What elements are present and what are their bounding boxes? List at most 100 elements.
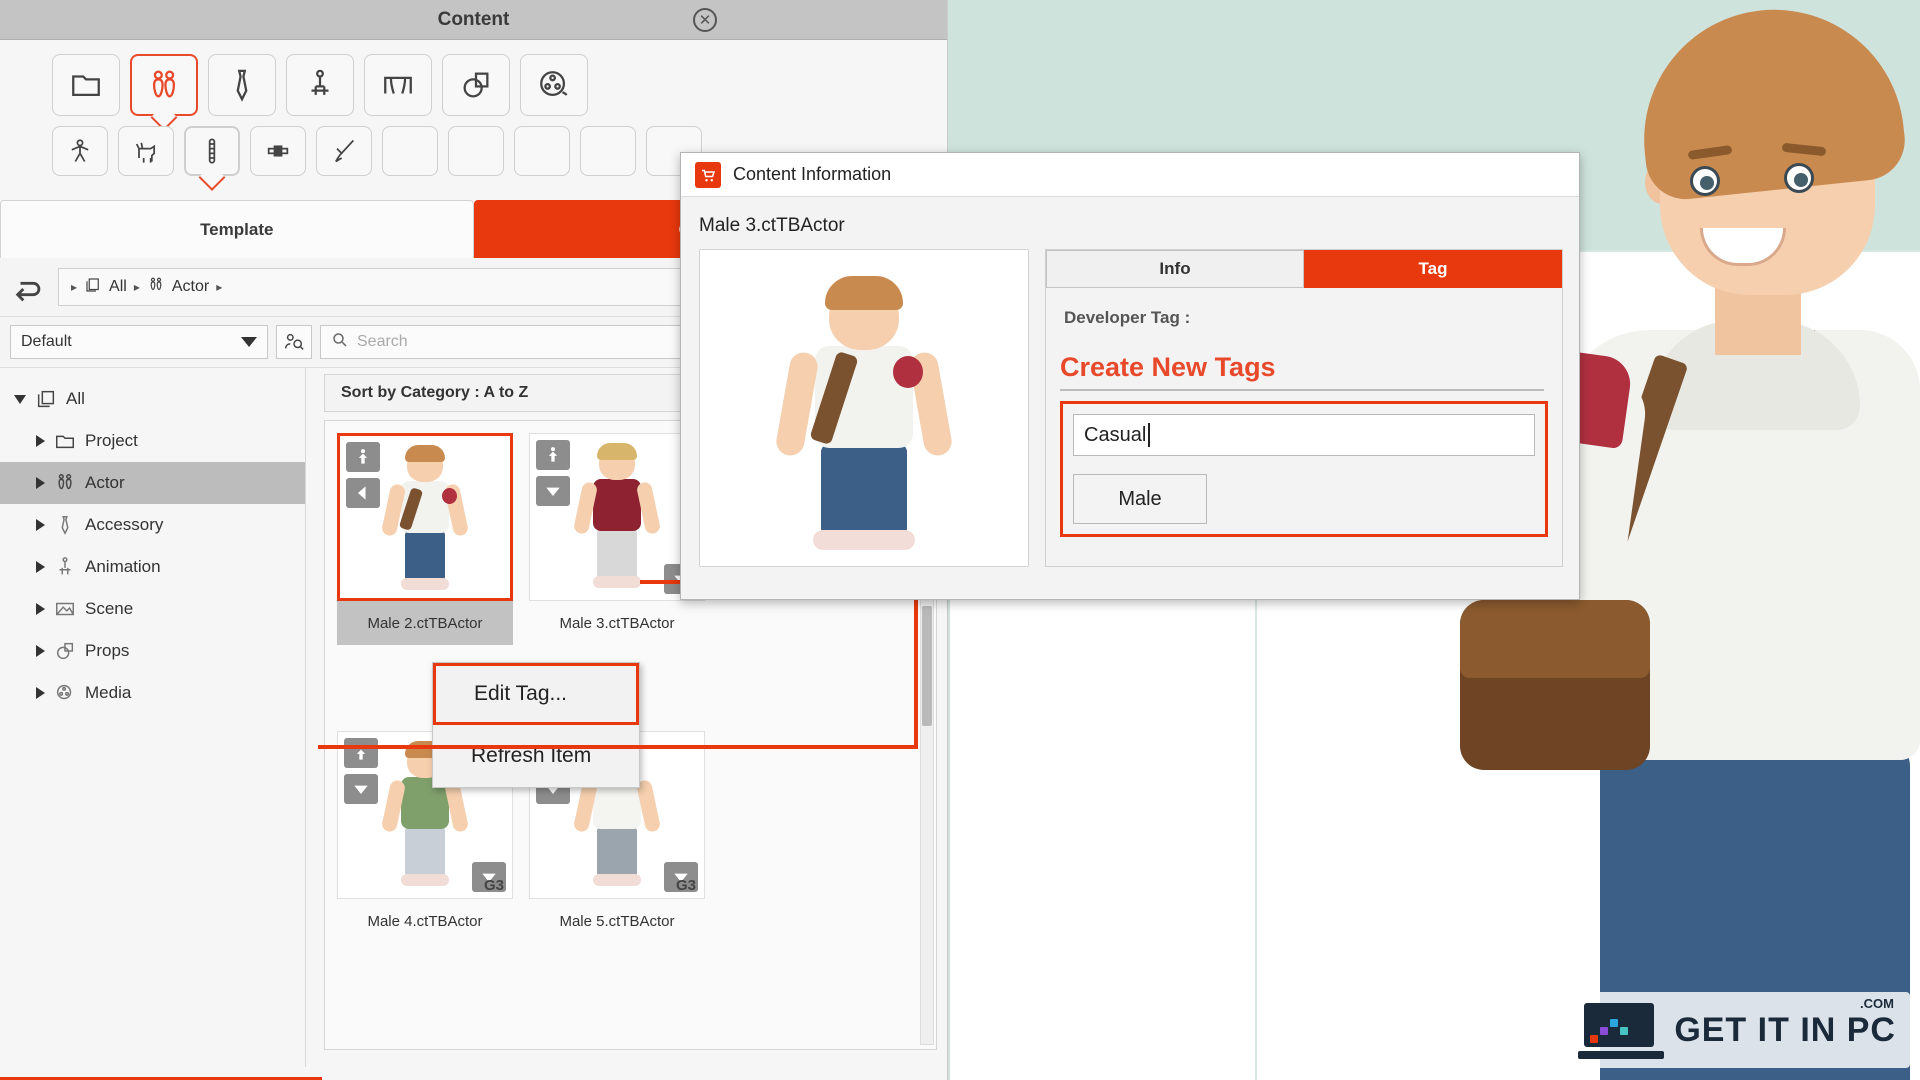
existing-tag-chip[interactable]: Male xyxy=(1073,474,1207,524)
scene-icon xyxy=(54,598,76,620)
tree-item-label: Animation xyxy=(85,557,161,576)
props-icon xyxy=(54,640,76,662)
tree-item-project[interactable]: Project xyxy=(0,420,305,462)
dialog-titlebar: Content Information xyxy=(681,153,1579,197)
all-layers-icon xyxy=(35,388,57,410)
tree-item-label: Scene xyxy=(85,599,134,618)
close-icon[interactable]: ✕ xyxy=(693,8,717,32)
accessory-item-icon[interactable] xyxy=(184,126,240,176)
tab-tag[interactable]: Tag xyxy=(1304,250,1562,288)
needle-icon[interactable] xyxy=(316,126,372,176)
actor-icon xyxy=(54,472,76,494)
person-up-icon[interactable] xyxy=(344,738,378,768)
tree-item-label: Media xyxy=(85,683,132,702)
male-actor-preview xyxy=(769,276,959,556)
search-icon xyxy=(331,331,349,354)
empty-slot-icon[interactable] xyxy=(448,126,504,176)
chevron-right-icon[interactable] xyxy=(36,603,45,615)
find-person-icon[interactable] xyxy=(276,325,312,359)
context-menu-item-edit-tag[interactable]: Edit Tag... xyxy=(433,663,639,725)
breadcrumb-item-all[interactable]: All xyxy=(109,278,127,296)
new-tag-group: Casual Male xyxy=(1060,401,1548,537)
tab-info[interactable]: Info xyxy=(1046,250,1304,288)
chevron-down-icon[interactable] xyxy=(344,774,378,804)
empty-slot-icon[interactable] xyxy=(382,126,438,176)
text-cursor xyxy=(1148,423,1151,447)
preset-select[interactable]: Default xyxy=(10,325,268,359)
new-tag-input[interactable]: Casual xyxy=(1073,414,1535,456)
chevron-right-icon[interactable] xyxy=(36,477,45,489)
tree-item-props[interactable]: Props xyxy=(0,630,305,672)
back-arrow-icon[interactable] xyxy=(12,272,46,302)
breadcrumb-item-actor[interactable]: Actor xyxy=(172,278,209,296)
scene-icon[interactable] xyxy=(364,54,432,116)
animation-icon[interactable] xyxy=(286,54,354,116)
dialog-tabs: Info Tag xyxy=(1046,250,1562,288)
chevron-down-icon[interactable] xyxy=(14,394,26,404)
scrollbar-thumb[interactable] xyxy=(922,606,932,726)
screen-root: Content ✕ Template ▸ All ▸ Actor ▸ Defau… xyxy=(0,0,1920,1080)
page-title: Content xyxy=(437,8,510,30)
prop-bar-icon[interactable] xyxy=(250,126,306,176)
arrow-left-icon[interactable] xyxy=(346,478,380,508)
annotation-line xyxy=(914,600,918,748)
dialog-filename: Male 3.ctTBActor xyxy=(699,215,845,236)
person-up-icon[interactable] xyxy=(536,440,570,470)
grid-item[interactable]: Male 2.ctTBActor xyxy=(337,433,513,645)
item-generation-label: G3 xyxy=(675,877,696,894)
chevron-right-icon[interactable] xyxy=(36,687,45,699)
divider xyxy=(1060,389,1544,391)
animal-actor-icon[interactable] xyxy=(118,126,174,176)
laptop-icon xyxy=(1578,1001,1665,1059)
folder-icon[interactable] xyxy=(52,54,120,116)
tree-item-scene[interactable]: Scene xyxy=(0,588,305,630)
actor-thumbnail-art xyxy=(379,445,471,596)
content-manager-icon xyxy=(695,161,721,188)
search-placeholder: Search xyxy=(357,333,408,350)
person-up-icon[interactable] xyxy=(346,442,380,472)
tree-item-animation[interactable]: Animation xyxy=(0,546,305,588)
accessory-tie-icon[interactable] xyxy=(208,54,276,116)
context-menu: Edit Tag... Refresh Item xyxy=(432,662,640,788)
empty-slot-icon[interactable] xyxy=(514,126,570,176)
watermark-text: GET IT IN PC xyxy=(1674,1010,1896,1049)
media-icon[interactable] xyxy=(520,54,588,116)
human-actor-icon[interactable] xyxy=(52,126,108,176)
tree-item-label: All xyxy=(66,389,85,408)
annotation-line xyxy=(318,745,918,749)
actor-icon[interactable] xyxy=(130,54,198,116)
item-thumbnail[interactable] xyxy=(337,433,513,601)
preview-image xyxy=(699,249,1029,567)
item-generation-label: G3 xyxy=(483,877,504,894)
tree-item-accessory[interactable]: Accessory xyxy=(0,504,305,546)
grid-item[interactable]: G3 Male 3.ctTBActor xyxy=(529,433,705,645)
tree-item-label: Accessory xyxy=(85,515,164,534)
preset-select-value: Default xyxy=(21,333,72,350)
create-new-tags-heading: Create New Tags xyxy=(1060,352,1276,382)
tree-item-all[interactable]: All xyxy=(0,378,305,420)
props-icon[interactable] xyxy=(442,54,510,116)
context-menu-item-refresh-item[interactable]: Refresh Item xyxy=(433,725,639,787)
dialog-body: Info Tag Developer Tag : Create New Tags… xyxy=(681,249,1579,583)
item-label: Male 2.ctTBActor xyxy=(337,601,513,645)
developer-tag-label: Developer Tag : xyxy=(1064,308,1191,327)
item-label: Male 3.ctTBActor xyxy=(559,614,675,632)
chevron-right-icon[interactable] xyxy=(36,519,45,531)
chevron-right-icon[interactable] xyxy=(36,561,45,573)
chevron-right-icon[interactable] xyxy=(36,435,45,447)
tree-item-label: Props xyxy=(85,641,130,660)
tag-pane: Info Tag Developer Tag : Create New Tags… xyxy=(1045,249,1563,567)
item-label: Male 5.ctTBActor xyxy=(559,912,675,930)
breadcrumb-icon-actor xyxy=(147,276,165,299)
empty-slot-icon[interactable] xyxy=(580,126,636,176)
tab-template[interactable]: Template xyxy=(0,200,474,258)
item-thumbnail[interactable]: G3 xyxy=(529,433,705,601)
toolbar-row-primary xyxy=(52,54,947,116)
chevron-right-icon[interactable] xyxy=(36,645,45,657)
tree-item-media[interactable]: Media xyxy=(0,672,305,714)
chevron-down-icon[interactable] xyxy=(536,476,570,506)
tree-item-actor[interactable]: Actor xyxy=(0,462,305,504)
media-icon xyxy=(54,682,76,704)
panel-titlebar: Content ✕ xyxy=(0,0,947,40)
actor-thumbnail-art xyxy=(571,443,663,594)
